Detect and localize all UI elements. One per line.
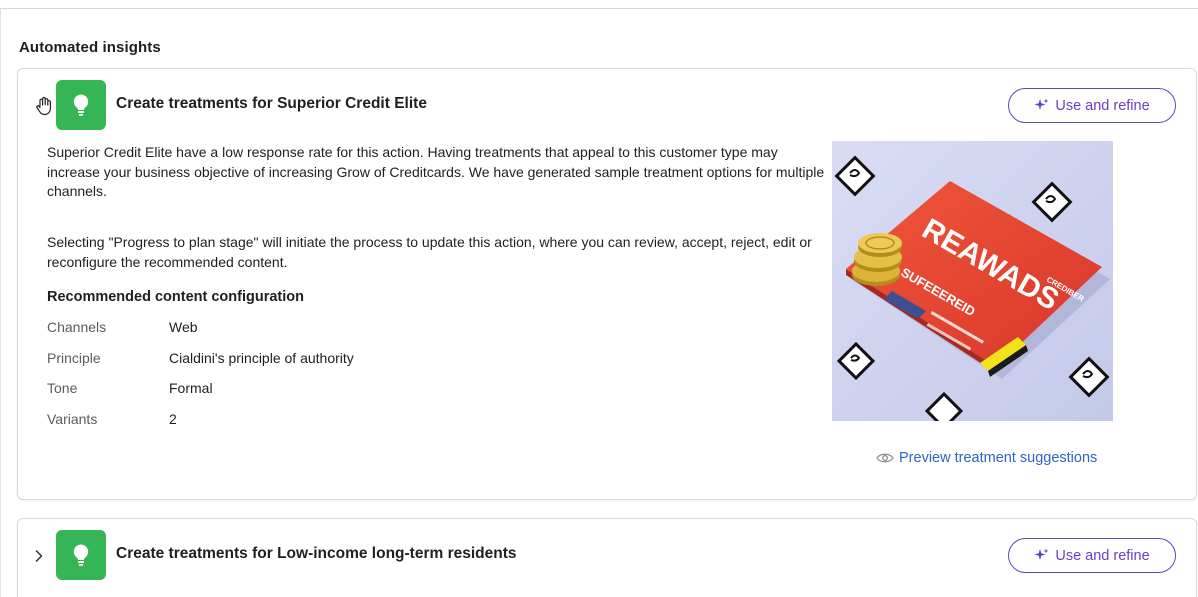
config-key: Principle [47, 350, 101, 366]
card-title: Create treatments for Low-income long-te… [116, 545, 517, 562]
config-heading: Recommended content configuration [47, 289, 304, 305]
use-and-refine-button[interactable]: Use and refine [1008, 538, 1176, 573]
config-value: Formal [169, 380, 213, 396]
use-and-refine-label: Use and refine [1055, 547, 1150, 564]
card-title: Create treatments for Superior Credit El… [116, 95, 427, 112]
eye-icon [876, 453, 894, 463]
config-key: Variants [47, 411, 98, 427]
card-header[interactable]: Create treatments for Low-income long-te… [18, 519, 1196, 591]
config-key: Channels [47, 319, 107, 335]
insight-card-superior-credit-elite: Create treatments for Superior Credit El… [17, 68, 1197, 500]
insight-instructions: Selecting "Progress to plan stage" will … [47, 234, 812, 270]
chevron-right-icon[interactable] [28, 545, 50, 567]
insight-description: Superior Credit Elite have a low respons… [47, 144, 825, 199]
hand-pointer-icon[interactable] [33, 95, 55, 117]
preview-link-label: Preview treatment suggestions [899, 450, 1098, 466]
config-value: 2 [169, 411, 177, 427]
use-and-refine-label: Use and refine [1055, 97, 1150, 114]
preview-treatment-suggestions-link[interactable]: Preview treatment suggestions [876, 450, 1097, 466]
lightbulb-icon [56, 80, 106, 130]
card-header[interactable]: Create treatments for Superior Credit El… [18, 69, 1196, 141]
lightbulb-icon [56, 530, 106, 580]
config-key: Tone [47, 380, 78, 396]
config-value: Cialdini's principle of authority [169, 350, 354, 366]
sparkle-icon [1034, 548, 1049, 560]
insight-card-low-income-residents: Create treatments for Low-income long-te… [17, 518, 1197, 597]
use-and-refine-button[interactable]: Use and refine [1008, 88, 1176, 123]
panel-title: Automated insights [19, 39, 161, 56]
treatment-preview-image: REAWADS SUFEEEREID CREDIBER [832, 141, 1113, 421]
sparkle-icon [1034, 98, 1049, 110]
config-value: Web [169, 319, 198, 335]
